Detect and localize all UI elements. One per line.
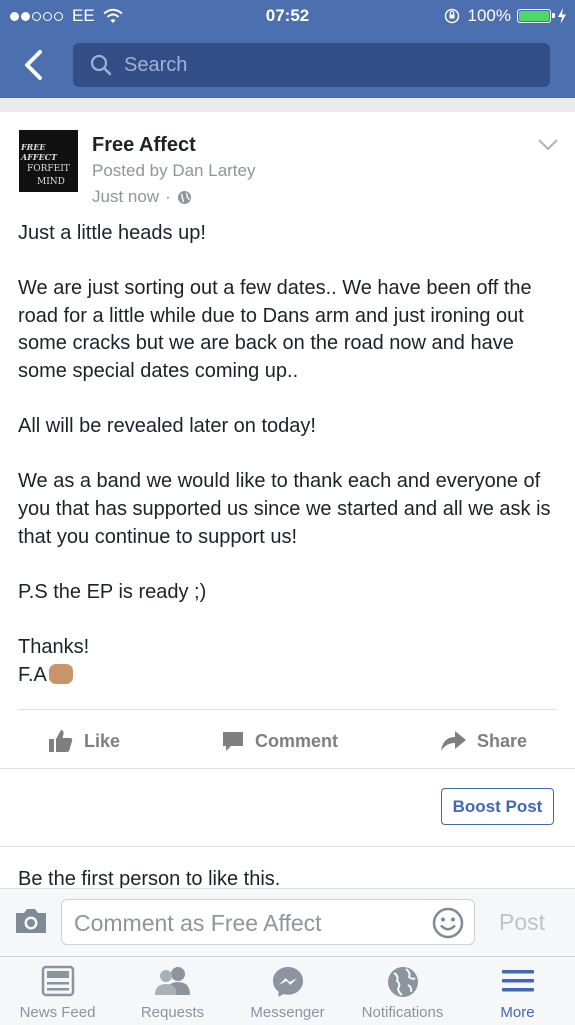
separator: · [165,187,171,206]
comment-composer: Comment as Free Affect Post [0,888,575,957]
battery-status: 100% [444,6,567,26]
divider [18,709,557,710]
sign-off: Thanks! [18,635,90,658]
tab-news-feed[interactable]: News Feed [0,957,115,1025]
camera-icon[interactable] [14,907,48,935]
search-placeholder: Search [124,54,188,76]
comment-placeholder: Comment as Free Affect [74,910,322,936]
comment-input[interactable]: Comment as Free Affect [61,899,475,945]
bottom-tab-bar: News Feed Requests Messenger Notificatio… [0,956,575,1025]
post-paragraph: P.S the EP is ready ;) [18,580,207,603]
charging-icon [558,8,566,24]
globe-icon [387,967,418,997]
like-button[interactable]: Like [48,725,120,757]
tab-requests[interactable]: Requests [115,957,230,1025]
boost-post-button[interactable]: Boost Post [441,788,554,825]
post-paragraph: Just a little heads up! [18,222,206,244]
requests-icon [154,967,190,995]
post-card: FREE AFFECT FORFEIT MIND Free Affect Pos… [0,112,575,890]
share-label: Share [477,730,528,751]
share-icon [441,731,466,751]
post-comment-button[interactable]: Post [499,909,545,936]
globe-privacy-icon [177,190,191,204]
battery-percent: 100% [467,6,511,25]
search-icon [90,54,112,76]
thumbs-up-icon [49,730,73,752]
messenger-icon [272,967,303,997]
post-body: Just a little heads up! We are just sort… [18,220,563,689]
search-input[interactable]: Search [73,43,550,87]
chevron-down-icon[interactable] [537,138,559,152]
post-timestamp: Just now · [92,187,192,207]
tab-label: Requests [140,1004,205,1021]
posted-by: Posted by Dan Lartey [92,161,256,180]
comment-label: Comment [255,730,339,751]
comment-icon [223,732,243,751]
emoji-smile-icon[interactable] [432,907,464,939]
signature: F.A [18,663,47,686]
tab-label: Notifications [361,1004,444,1021]
fist-emoji-icon [48,663,73,684]
battery-icon [517,9,555,23]
tab-more[interactable]: More [460,957,575,1025]
tab-label: News Feed [19,1004,96,1021]
post-paragraph: All will be revealed later on today! [18,415,316,438]
status-bar: EE 07:52 100% [0,0,575,32]
share-button[interactable]: Share [439,725,527,757]
news-feed-icon [41,965,74,997]
divider [0,846,575,847]
tab-messenger[interactable]: Messenger [230,957,345,1025]
post-paragraph: We as a band we would like to thank each… [18,470,551,548]
time-ago[interactable]: Just now [92,187,159,207]
menu-icon [501,970,534,992]
back-button[interactable] [18,44,52,86]
chevron-left-icon [25,50,42,80]
post-paragraph: Thanks! F.A [18,634,563,689]
tab-label: Messenger [250,1004,325,1021]
tab-label: More [500,1004,535,1021]
top-navigation-bar: EE 07:52 100% Search [0,0,575,98]
avatar[interactable]: FREE AFFECT FORFEIT MIND [19,130,78,192]
tab-notifications[interactable]: Notifications [345,957,460,1025]
orientation-lock-icon [444,8,459,24]
post-paragraph: We are just sorting out a few dates.. We… [18,277,532,382]
like-label: Like [84,730,121,751]
comment-button[interactable]: Comment [221,725,338,757]
page-name-link[interactable]: Free Affect [92,134,196,157]
divider [0,768,575,769]
